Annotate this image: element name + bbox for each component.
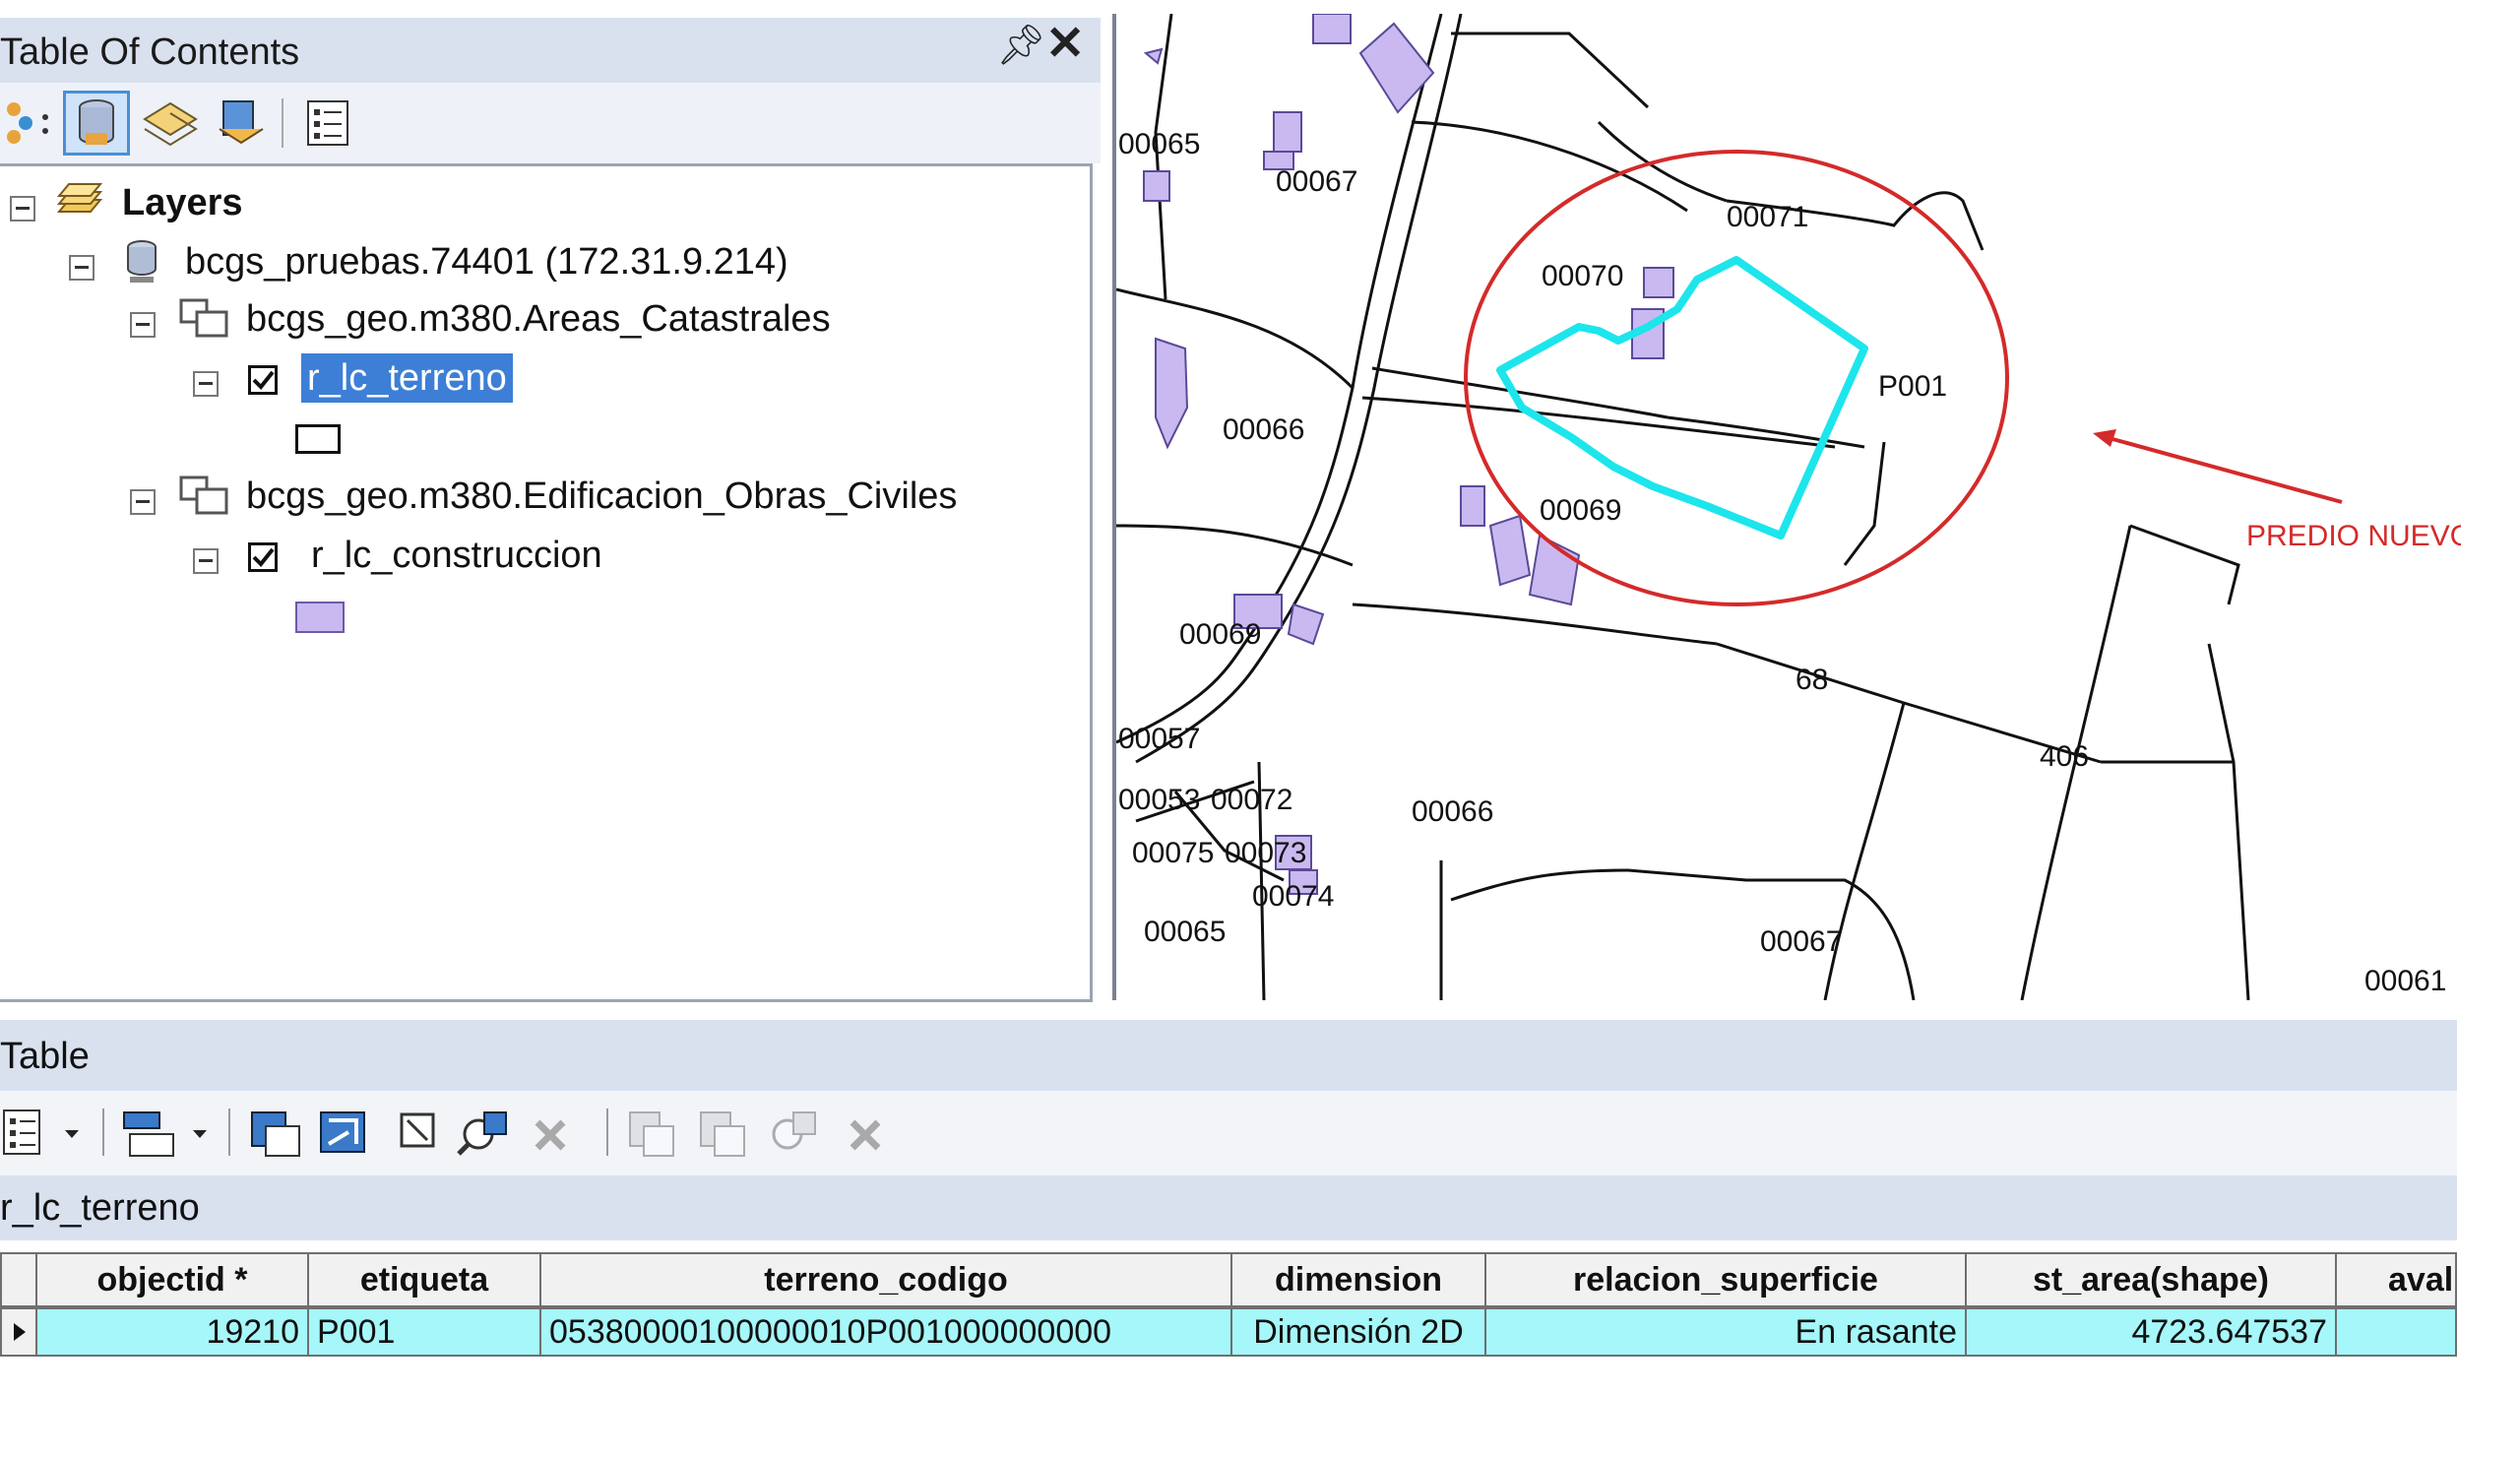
disabled-delete-icon[interactable] <box>850 1119 881 1151</box>
layers-label[interactable]: Layers <box>122 178 243 227</box>
column-header-relacion-superficie[interactable]: relacion_superficie <box>1484 1252 1967 1307</box>
collapse-icon[interactable] <box>193 371 219 397</box>
map-view[interactable]: 00065 00067 00071 00070 P001 00066 00069… <box>1112 14 2461 1000</box>
toolbar-separator <box>102 1109 104 1156</box>
map-label: 00066 <box>1223 413 1304 446</box>
map-label: 00065 <box>1144 916 1226 948</box>
row-selector[interactable] <box>0 1307 37 1357</box>
map-label: P001 <box>1878 370 1947 403</box>
zoom-to-selected-icon[interactable] <box>457 1111 507 1156</box>
group-areas-catastrales-label[interactable]: bcgs_geo.m380.Areas_Catastrales <box>246 294 831 344</box>
map-label: 00067 <box>1276 165 1357 198</box>
collapse-icon[interactable] <box>130 489 156 515</box>
map-label: 00066 <box>1412 795 1493 828</box>
table-window-title: Table <box>0 1036 90 1077</box>
table-cell-dimension[interactable]: Dimensión 2D <box>1230 1307 1486 1357</box>
table-tab-bar: r_lc_terreno <box>0 1175 2457 1240</box>
delete-selected-icon[interactable] <box>535 1119 566 1151</box>
list-by-visibility-icon[interactable] <box>138 91 203 156</box>
terreno-symbol-swatch[interactable] <box>295 424 341 454</box>
column-header-st-area[interactable]: st_area(shape) <box>1965 1252 2337 1307</box>
group-layer-icon <box>177 294 232 347</box>
group-layer-icon <box>177 472 232 524</box>
annotation-arrowhead <box>2093 429 2116 447</box>
disabled-paste-icon[interactable] <box>700 1111 745 1157</box>
close-icon[interactable]: ✕ <box>1045 16 1085 71</box>
map-label: 00065 <box>1118 128 1200 160</box>
layer-r-lc-terreno-label[interactable]: r_lc_terreno <box>301 353 513 403</box>
map-label: 406 <box>2040 740 2089 773</box>
map-canvas[interactable]: 00065 00067 00071 00070 P001 00066 00069… <box>1116 14 2461 1000</box>
list-by-selection-icon[interactable] <box>209 91 274 156</box>
map-label: 00070 <box>1542 260 1623 292</box>
map-label: 00067 <box>1760 925 1842 958</box>
map-label: 00057 <box>1118 723 1200 755</box>
group-edificacion-label[interactable]: bcgs_geo.m380.Edificacion_Obras_Civiles <box>246 472 957 521</box>
switch-selection-icon[interactable] <box>320 1111 365 1153</box>
map-label: 00061 <box>2364 965 2446 997</box>
pin-icon[interactable]: 📌︎ <box>996 22 1046 68</box>
layer-r-lc-construccion-label[interactable]: r_lc_construccion <box>311 531 602 580</box>
annotation-arrow <box>2105 435 2343 504</box>
construccion-symbol-swatch[interactable] <box>295 602 345 633</box>
toc-title: Table Of Contents <box>0 32 300 73</box>
column-header-etiqueta[interactable]: etiqueta <box>307 1252 541 1307</box>
attribute-table-grid: objectid * etiqueta terreno_codigo dimen… <box>0 1240 2457 1458</box>
disabled-copy-icon[interactable] <box>629 1111 674 1157</box>
table-tab-r-lc-terreno[interactable]: r_lc_terreno <box>0 1187 200 1230</box>
column-header-objectid[interactable]: objectid * <box>35 1252 309 1307</box>
table-options-icon[interactable] <box>3 1109 79 1155</box>
toolbar-separator <box>228 1109 230 1156</box>
collapse-icon[interactable] <box>10 196 35 222</box>
table-toolbar <box>0 1091 2457 1175</box>
layers-icon <box>51 180 106 232</box>
clear-selection-icon[interactable] <box>400 1112 435 1148</box>
map-label: 00053 <box>1118 784 1200 816</box>
table-cell-etiqueta[interactable]: P001 <box>307 1307 541 1357</box>
collapse-icon[interactable] <box>193 548 219 574</box>
connection-label[interactable]: bcgs_pruebas.74401 (172.31.9.214) <box>185 237 788 286</box>
collapse-icon[interactable] <box>130 312 156 338</box>
map-label: 00069 <box>1179 618 1261 651</box>
table-cell-terreno-codigo[interactable]: 05380000100000010P001000000000 <box>539 1307 1232 1357</box>
table-cell-objectid[interactable]: 19210 <box>35 1307 309 1357</box>
row-selector-header <box>0 1252 37 1307</box>
table-cell-st-area[interactable]: 4723.647537 <box>1965 1307 2337 1357</box>
table-of-contents-panel: Table Of Contents 📌︎ ✕ Layers bcgs_prueb… <box>0 0 1101 1004</box>
toolbar-separator <box>282 98 284 148</box>
map-label: 00071 <box>1727 201 1808 233</box>
collapse-icon[interactable] <box>69 255 94 281</box>
table-window-title-bar: Table <box>0 1020 2457 1091</box>
annotation-label: PREDIO NUEVO <box>2246 520 2461 552</box>
map-label: 00074 <box>1252 880 1334 913</box>
table-cell-aval[interactable] <box>2335 1307 2457 1357</box>
table-cell-relacion-superficie[interactable]: En rasante <box>1484 1307 1967 1357</box>
disabled-zoom-icon[interactable] <box>772 1111 816 1150</box>
layer-visibility-checkbox[interactable] <box>248 542 278 572</box>
column-header-dimension[interactable]: dimension <box>1230 1252 1486 1307</box>
column-header-aval[interactable]: aval <box>2335 1252 2457 1307</box>
toc-tree: Layers bcgs_pruebas.74401 (172.31.9.214)… <box>0 163 1093 1002</box>
toc-title-bar: Table Of Contents <box>0 18 1101 83</box>
map-label: 00072 <box>1211 784 1292 816</box>
map-label: 00073 <box>1225 837 1306 869</box>
map-label: 00069 <box>1540 494 1621 527</box>
list-by-drawing-order-icon[interactable] <box>0 91 59 156</box>
select-by-attributes-icon[interactable] <box>251 1111 300 1157</box>
current-row-icon <box>14 1323 26 1341</box>
layer-visibility-checkbox[interactable] <box>248 365 278 395</box>
options-icon[interactable] <box>295 91 360 156</box>
related-tables-icon[interactable] <box>123 1111 207 1157</box>
map-label: 68 <box>1796 664 1828 696</box>
toolbar-separator <box>606 1109 608 1156</box>
map-label: 00075 <box>1132 837 1214 869</box>
column-header-terreno-codigo[interactable]: terreno_codigo <box>539 1252 1232 1307</box>
list-by-source-icon[interactable] <box>63 91 130 156</box>
database-connection-icon <box>120 237 163 291</box>
